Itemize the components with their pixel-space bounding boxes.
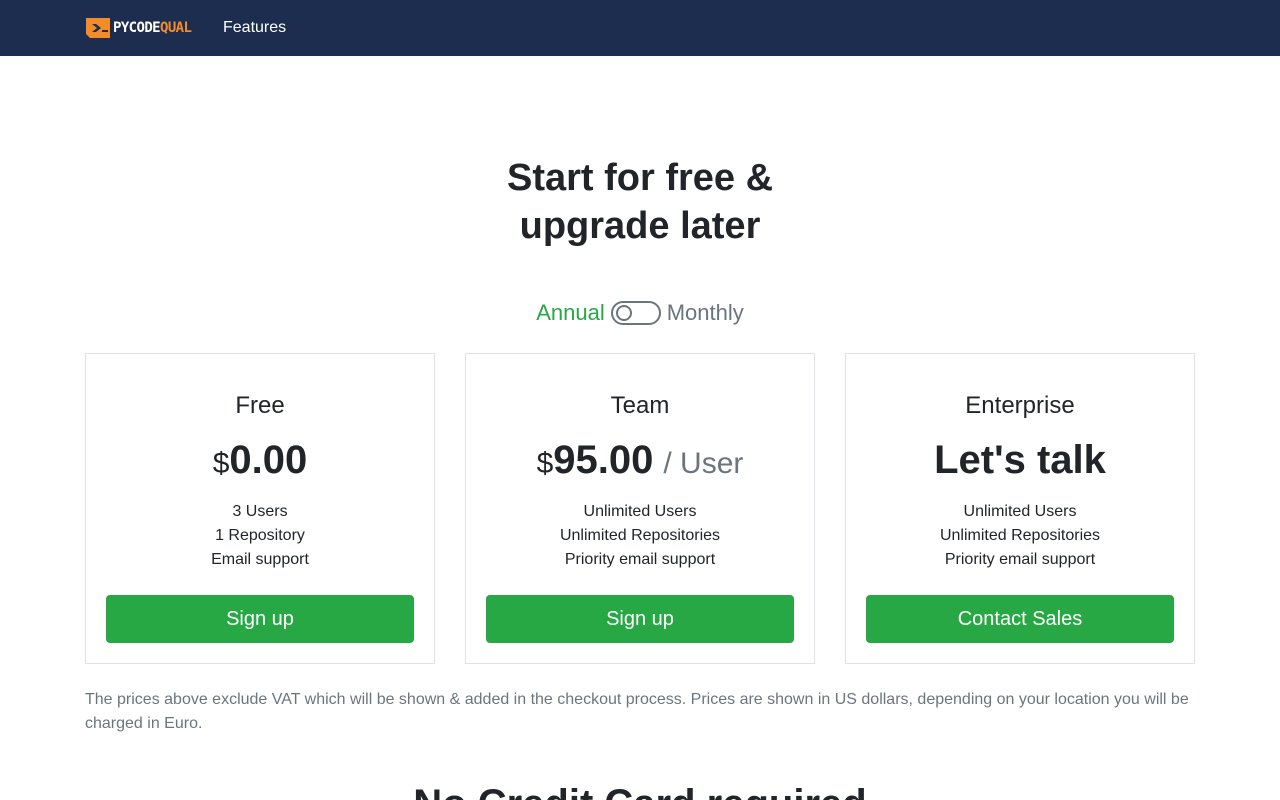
plan-features: Unlimited Users Unlimited Repositories P… (466, 500, 814, 572)
plan-feature: Unlimited Users (583, 503, 697, 520)
page-title-line1: Start for free & (506, 157, 774, 199)
pricing-footnote: The prices above exclude VAT which will … (85, 691, 1189, 732)
price-amount: 95.00 (553, 438, 654, 482)
top-navbar: PYCODEQUAL Features (0, 0, 1280, 56)
plan-name: Free (235, 392, 285, 419)
billing-period-toggle: Annual Monthly (0, 298, 1280, 328)
price-amount: 0.00 (229, 438, 308, 482)
brand-name-part1: PYCODE (113, 20, 161, 36)
plan-feature: Email support (211, 551, 309, 568)
plan-card-enterprise: Enterprise Let's talk Unlimited Users Un… (845, 353, 1195, 664)
monthly-label[interactable]: Monthly (667, 298, 744, 328)
price-per-unit: / User (663, 447, 744, 480)
brand-logo[interactable]: PYCODEQUAL (86, 17, 192, 39)
plan-card-team: Team $ 95.00 / User Unlimited Users Unli… (465, 353, 815, 664)
sign-up-button-free[interactable]: Sign up (106, 595, 414, 643)
plan-feature: 1 Repository (215, 527, 305, 544)
plan-feature: Unlimited Repositories (559, 527, 721, 544)
plan-feature: 3 Users (232, 503, 288, 520)
billing-period-switch[interactable] (610, 301, 661, 325)
plan-name: Enterprise (965, 392, 1075, 419)
contact-sales-button[interactable]: Contact Sales (866, 595, 1174, 643)
pycodequal-logo-icon (86, 18, 110, 38)
plan-price: $ 0.00 (86, 438, 434, 486)
page-title: Start for free & upgrade later (0, 154, 1280, 250)
plan-features: 3 Users 1 Repository Email support (86, 500, 434, 572)
sign-up-button-team[interactable]: Sign up (486, 595, 794, 643)
brand-name-part2: QUAL (159, 20, 192, 36)
nav-link-features[interactable]: Features (223, 18, 286, 38)
price-currency: $ (212, 447, 230, 480)
page-title-line2: upgrade later (519, 205, 761, 247)
plan-card-free: Free $ 0.00 3 Users 1 Repository Email s… (85, 353, 435, 664)
price-text: Let's talk (934, 438, 1106, 482)
plan-feature: Unlimited Repositories (939, 527, 1101, 544)
plan-feature: Priority email support (564, 551, 716, 568)
plan-feature: Priority email support (944, 551, 1096, 568)
plan-feature: Unlimited Users (963, 503, 1077, 520)
annual-label[interactable]: Annual (536, 298, 605, 328)
plan-price: $ 95.00 / User (466, 438, 814, 486)
switch-knob (615, 305, 632, 321)
price-currency: $ (536, 447, 554, 480)
plan-features: Unlimited Users Unlimited Repositories P… (846, 500, 1194, 572)
plan-price: Let's talk (846, 438, 1194, 486)
section-title: No Credit Card required (0, 780, 1280, 800)
plan-name: Team (610, 392, 670, 419)
brand-name: PYCODEQUAL (113, 18, 192, 38)
